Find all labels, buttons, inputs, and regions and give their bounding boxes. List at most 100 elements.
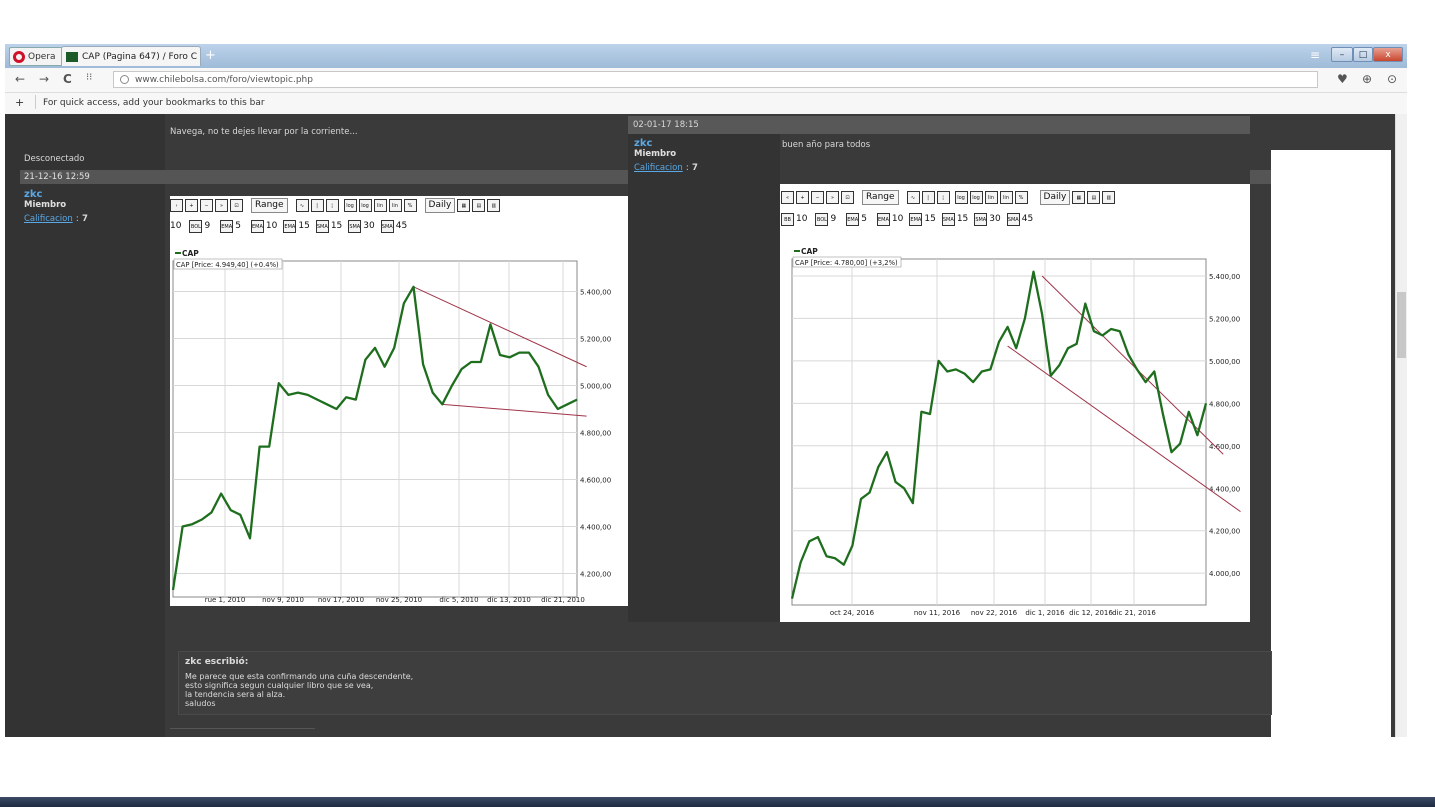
bb-icon[interactable]: BB (781, 212, 794, 226)
site-info-icon[interactable] (120, 75, 129, 84)
ema-icon[interactable]: EMA (909, 212, 923, 226)
browser-tab[interactable]: CAP (Pagina 647) / Foro C × (61, 46, 201, 66)
rating-link[interactable]: Calificacion (24, 214, 73, 224)
user-column-2 (628, 134, 780, 622)
indicator-value: 5 (235, 221, 241, 231)
x-tick-label: dic 13, 2010 (487, 596, 531, 604)
address-bar-row: ← → C ⁝⁝ www.chilebolsa.com/foro/viewtop… (5, 68, 1407, 93)
layout-icon-1[interactable]: ▦ (1072, 190, 1086, 204)
post-signature: Navega, no te dejes llevar por la corrie… (170, 127, 358, 137)
layout-icon-3[interactable]: ▥ (1102, 190, 1116, 204)
scroll-left-icon[interactable]: ‹ (170, 198, 183, 212)
add-bookmark-icon[interactable]: + (15, 96, 24, 109)
url-field[interactable]: www.chilebolsa.com/foro/viewtopic.php (113, 71, 1318, 88)
log-alt-icon[interactable]: log (969, 190, 983, 204)
rating-link[interactable]: Calificacion (634, 163, 683, 173)
bol-icon[interactable]: BOL (815, 212, 829, 226)
ema-icon[interactable]: EMA (250, 219, 264, 233)
back-icon[interactable]: ← (15, 72, 25, 86)
legend-label: CAP (182, 249, 199, 258)
ema-icon[interactable]: EMA (876, 212, 890, 226)
post-author-block-2: zkc Miembro Calificacion : 7 (634, 138, 698, 173)
new-tab-button[interactable]: + (205, 48, 216, 63)
indicator-value: 10 (796, 214, 808, 224)
page-scrollbar[interactable] (1395, 114, 1407, 737)
download-icon[interactable]: ⊕ (1362, 72, 1372, 86)
layout-icon-2[interactable]: ▤ (472, 198, 486, 212)
heart-icon[interactable]: ♥ (1337, 72, 1348, 86)
candle-chart-icon[interactable]: ¦ (325, 198, 339, 212)
scroll-left-icon[interactable]: « (781, 190, 794, 204)
percent-icon[interactable]: % (1014, 190, 1028, 204)
sma-icon[interactable]: SMA (941, 212, 955, 226)
legend-label: CAP (801, 247, 818, 256)
opera-menu-button[interactable]: Opera (9, 47, 63, 66)
log-scale-icon[interactable]: log (954, 190, 968, 204)
period-dropdown[interactable]: Daily (424, 197, 456, 213)
lin-alt-icon[interactable]: lin (388, 198, 402, 212)
ema-icon[interactable]: EMA (220, 219, 234, 233)
candle-chart-icon[interactable]: ¦ (936, 190, 950, 204)
zoom-in-icon[interactable]: + (185, 198, 198, 212)
period-dropdown[interactable]: Daily (1039, 189, 1071, 205)
reset-zoom-icon[interactable]: ⊡ (230, 198, 243, 212)
x-tick-label: dic 1, 2016 (1025, 609, 1065, 617)
lin-scale-icon[interactable]: lin (984, 190, 998, 204)
bar-chart-icon[interactable]: | (921, 190, 935, 204)
username-link[interactable]: zkc (634, 138, 698, 149)
window-title-bar: Opera CAP (Pagina 647) / Foro C × + ≡ – … (5, 44, 1407, 69)
indicator-value: 45 (395, 221, 408, 231)
indicator-value: 15 (924, 214, 936, 224)
speed-dial-icon[interactable]: ⁝⁝ (86, 72, 92, 83)
indicator-value: 15 (298, 221, 310, 231)
range-dropdown[interactable]: Range (862, 189, 899, 205)
maximize-button[interactable]: □ (1353, 47, 1373, 62)
post-author-block: zkc Miembro Calificacion : 7 (24, 189, 88, 224)
sma-icon[interactable]: SMA (380, 219, 394, 233)
percent-icon[interactable]: % (403, 198, 417, 212)
zoom-out-icon[interactable]: − (811, 190, 824, 204)
y-tick-label: 5.000,00 (1209, 358, 1240, 366)
line-chart-icon[interactable]: ∿ (906, 190, 920, 204)
zoom-in-icon[interactable]: + (796, 190, 809, 204)
reload-icon[interactable]: C (63, 72, 72, 86)
account-icon[interactable]: ⊙ (1387, 72, 1397, 86)
layout-icon-1[interactable]: ▦ (457, 198, 471, 212)
scrollbar-thumb[interactable] (1397, 292, 1406, 358)
y-tick-label: 4.800,00 (1209, 400, 1240, 408)
lin-alt-icon[interactable]: lin (999, 190, 1013, 204)
rating-separator: : (685, 163, 689, 173)
quote-line: Me parece que esta confirmando una cuña … (185, 672, 414, 681)
line-chart-icon[interactable]: ∿ (295, 198, 309, 212)
y-tick-label: 4.400,00 (580, 524, 611, 532)
lin-scale-icon[interactable]: lin (373, 198, 387, 212)
minimize-button[interactable]: – (1331, 47, 1353, 62)
range-dropdown[interactable]: Range (251, 197, 288, 213)
log-scale-icon[interactable]: log (343, 198, 357, 212)
sma-icon[interactable]: SMA (1006, 212, 1020, 226)
user-status: Desconectado (24, 154, 85, 164)
zoom-out-icon[interactable]: − (200, 198, 213, 212)
y-tick-label: 4.800,00 (580, 430, 611, 438)
indicator-value: 10 (265, 221, 278, 231)
close-window-button[interactable]: x (1373, 47, 1403, 62)
reset-zoom-icon[interactable]: ⊡ (841, 190, 854, 204)
forward-icon[interactable]: → (39, 72, 49, 86)
scroll-right-icon[interactable]: » (826, 190, 839, 204)
sma-icon[interactable]: SMA (974, 212, 988, 226)
sma-icon[interactable]: SMA (348, 219, 362, 233)
menu-icon[interactable]: ≡ (1310, 48, 1320, 62)
ema-icon[interactable]: EMA (846, 212, 860, 226)
ema-icon[interactable]: EMA (283, 219, 297, 233)
sma-icon[interactable]: SMA (315, 219, 329, 233)
scroll-right-icon[interactable]: » (215, 198, 228, 212)
opera-logo-icon (13, 50, 25, 63)
layout-icon-3[interactable]: ▥ (487, 198, 501, 212)
bol-icon[interactable]: BOL (189, 219, 203, 233)
layout-icon-2[interactable]: ▤ (1087, 190, 1101, 204)
bar-chart-icon[interactable]: | (310, 198, 324, 212)
log-alt-icon[interactable]: log (358, 198, 372, 212)
username-link[interactable]: zkc (24, 189, 88, 200)
x-tick-label: dic 21, 2010 (541, 596, 585, 604)
indicator-value: 30 (989, 214, 1001, 224)
